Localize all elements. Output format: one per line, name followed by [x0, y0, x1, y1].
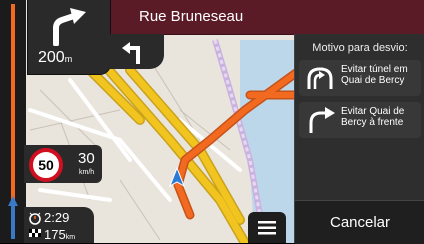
turn-right-icon — [53, 8, 86, 46]
cancel-button[interactable]: Cancelar — [295, 200, 424, 244]
hamburger-menu-icon — [258, 221, 276, 235]
route-progress-rail — [0, 0, 26, 243]
detour-title: Motivo para desvio: — [312, 42, 408, 54]
speed-unit: km/h — [79, 169, 95, 176]
checkered-flag-icon — [29, 229, 41, 237]
eta-time: 2:29 — [44, 210, 70, 225]
maneuver-distance: 200m — [38, 49, 73, 66]
street-name-bar: Rue Bruneseau — [90, 0, 424, 35]
remaining-distance: 175km — [44, 227, 76, 242]
avoid-road-label: Evitar Quai de Bercy à frente — [341, 106, 405, 128]
turn-left-icon — [122, 42, 140, 64]
current-speed: 30 — [78, 150, 95, 167]
next-maneuver-panel[interactable]: 200m — [28, 0, 110, 74]
avoid-tunnel-option[interactable]: Evitar túnel em Quai de Bercy — [299, 60, 421, 96]
detour-reason-panel: Motivo para desvio: Evitar túnel em Quai… — [294, 34, 424, 244]
alarm-clock-icon — [29, 212, 41, 225]
avoid-tunnel-label: Evitar túnel em Quai de Bercy — [341, 64, 408, 86]
cancel-label: Cancelar — [329, 214, 391, 231]
tunnel-avoid-icon — [307, 67, 333, 89]
menu-button[interactable] — [248, 212, 286, 243]
speed-panel: 50 30 km/h — [24, 145, 102, 183]
trip-info-panel[interactable]: 2:29 175km — [24, 207, 94, 243]
avoid-road-option[interactable]: Evitar Quai de Bercy à frente — [299, 102, 421, 138]
speed-limit-sign: 50 — [29, 148, 63, 182]
following-maneuver-panel — [106, 34, 164, 69]
u-turn-right-icon — [309, 107, 335, 133]
street-name: Rue Bruneseau — [139, 8, 244, 25]
